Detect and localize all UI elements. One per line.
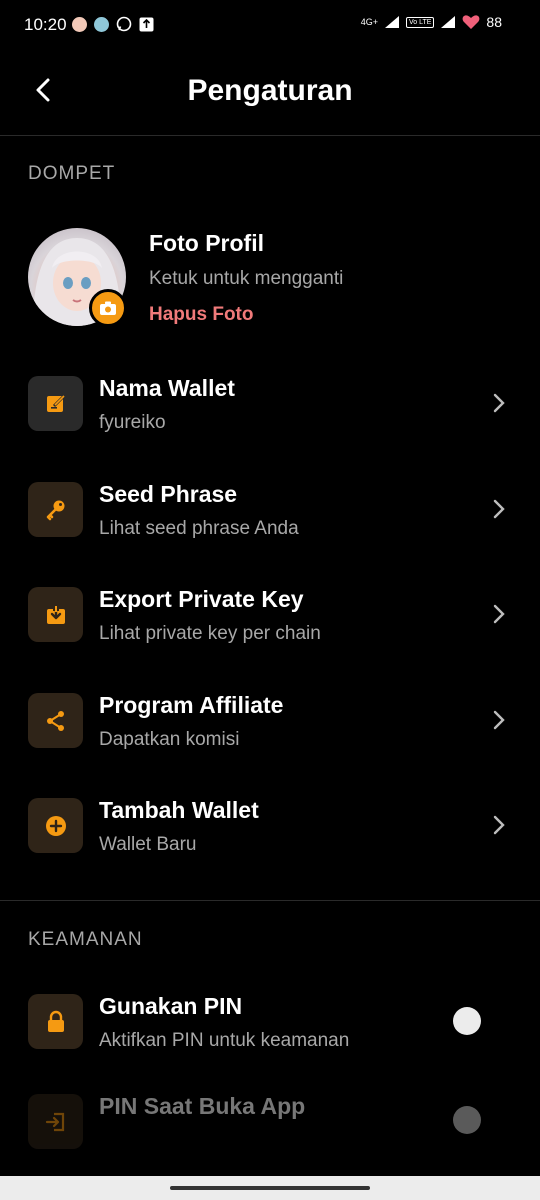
share-icon — [46, 710, 64, 731]
app-notification-icon — [94, 16, 109, 32]
home-handle[interactable] — [170, 1186, 370, 1190]
section-label-security: KEAMANAN — [28, 929, 143, 950]
lock-icon — [47, 1010, 64, 1032]
settings-row-wallet-name[interactable]: Nama Wallet fyureiko — [0, 375, 540, 472]
row-title: Tambah Wallet — [99, 797, 259, 823]
settings-row-use-pin[interactable]: Gunakan PIN Aktifkan PIN untuk keamanan — [0, 993, 540, 1090]
status-right: 4G+ Vo LTE 88 — [361, 14, 502, 30]
app-notification-icon — [72, 16, 87, 32]
profile-photo-subtitle: Ketuk untuk mengganti — [149, 268, 344, 289]
row-title: Nama Wallet — [99, 375, 235, 401]
camera-icon — [100, 301, 116, 315]
profile-photo-title[interactable]: Foto Profil — [149, 230, 264, 257]
row-icon-box — [28, 1094, 83, 1149]
system-navigation-bar — [0, 1176, 540, 1200]
row-subtitle: Lihat seed phrase Anda — [99, 518, 299, 539]
delete-photo-button[interactable]: Hapus Foto — [149, 304, 254, 326]
section-label-wallet: DOMPET — [28, 163, 116, 184]
upload-icon — [139, 17, 154, 31]
row-title: Export Private Key — [99, 586, 304, 612]
row-title: Program Affiliate — [99, 692, 284, 718]
signal-icon — [441, 16, 456, 28]
chevron-right-icon — [493, 393, 505, 413]
heart-battery-icon — [463, 15, 480, 29]
status-time: 10:20 — [24, 15, 67, 34]
row-subtitle: Aktifkan PIN untuk keamanan — [99, 1030, 350, 1051]
login-icon — [45, 1112, 64, 1131]
row-subtitle: Wallet Baru — [99, 834, 197, 855]
row-subtitle: Lihat private key per chain — [99, 623, 321, 644]
row-icon-box — [28, 587, 83, 642]
whatsapp-icon — [116, 16, 132, 32]
row-title: Gunakan PIN — [99, 993, 243, 1019]
pin-on-open-toggle[interactable] — [453, 1106, 481, 1134]
settings-row-affiliate[interactable]: Program Affiliate Dapatkan komisi — [0, 692, 540, 789]
volte-badge: Vo LTE — [405, 16, 435, 28]
battery-level: 88 — [486, 14, 502, 30]
row-subtitle: Dapatkan komisi — [99, 729, 240, 750]
row-icon-box — [28, 376, 83, 431]
signal-icon — [384, 16, 399, 28]
section-divider — [0, 900, 540, 901]
key-icon — [46, 500, 64, 520]
network-type: 4G+ — [360, 16, 378, 27]
edit-icon — [46, 394, 65, 412]
status-bar: 10:20 4G+ Vo LTE 88 — [0, 0, 540, 52]
row-icon-box — [28, 798, 83, 853]
row-icon-box — [28, 693, 83, 748]
row-subtitle: fyureiko — [99, 412, 166, 433]
chevron-right-icon — [493, 499, 505, 519]
chevron-right-icon — [493, 604, 505, 624]
use-pin-toggle[interactable] — [453, 1007, 481, 1035]
settings-row-export-private-key[interactable]: Export Private Key Lihat private key per… — [0, 586, 540, 683]
download-icon — [46, 604, 65, 624]
row-title: PIN Saat Buka App — [99, 1093, 306, 1119]
camera-badge[interactable] — [89, 289, 127, 327]
chevron-right-icon — [493, 710, 505, 730]
row-title: Seed Phrase — [99, 481, 238, 507]
row-icon-box — [28, 482, 83, 537]
page-title: Pengaturan — [187, 74, 353, 107]
row-icon-box — [28, 994, 83, 1049]
settings-row-seed-phrase[interactable]: Seed Phrase Lihat seed phrase Anda — [0, 481, 540, 578]
settings-row-add-wallet[interactable]: Tambah Wallet Wallet Baru — [0, 797, 540, 894]
chevron-right-icon — [493, 815, 505, 835]
notification-icons — [72, 16, 154, 32]
plus-circle-icon — [45, 815, 66, 836]
app-header: Pengaturan — [0, 52, 540, 136]
